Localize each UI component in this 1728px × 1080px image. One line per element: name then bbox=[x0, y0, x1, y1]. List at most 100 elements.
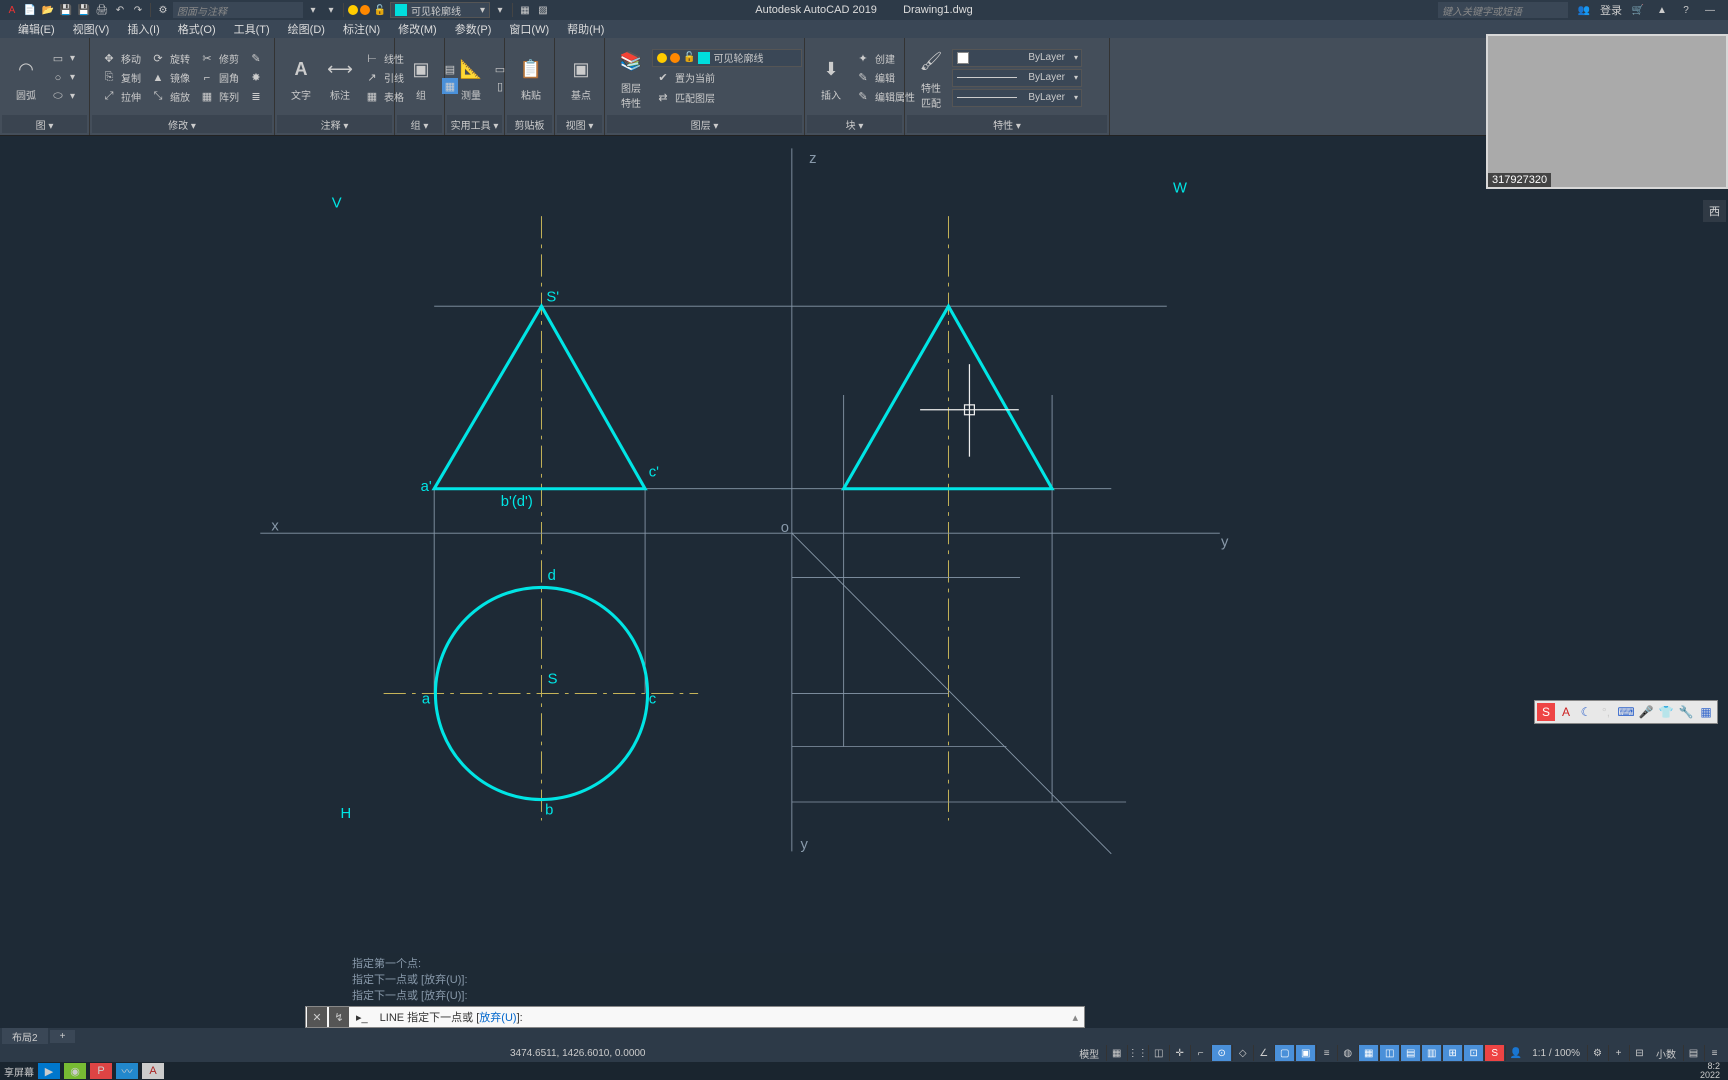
plot-icon[interactable]: 🖨 bbox=[94, 2, 110, 18]
menu-view[interactable]: 视图(V) bbox=[65, 21, 118, 37]
hw-button[interactable]: S bbox=[1484, 1045, 1504, 1061]
fillet-button[interactable]: ⌐圆角 bbox=[196, 69, 242, 87]
rotate-button[interactable]: ⟳旋转 bbox=[147, 50, 193, 68]
a360-icon[interactable]: ▲ bbox=[1654, 2, 1670, 18]
explode-button[interactable]: ✸ bbox=[245, 69, 267, 87]
person-button[interactable]: 👤 bbox=[1505, 1045, 1525, 1061]
base-button[interactable]: ▣基点 bbox=[563, 51, 599, 104]
panel-draw-title[interactable]: 图 ▾ bbox=[2, 115, 87, 133]
ws-button[interactable]: ⊡ bbox=[1463, 1045, 1483, 1061]
scale-display[interactable]: 1:1 / 100% bbox=[1526, 1048, 1586, 1059]
app-menu-icon[interactable]: A bbox=[4, 2, 20, 18]
share-icon[interactable]: ▾ bbox=[305, 2, 321, 18]
undo-icon[interactable]: ↶ bbox=[112, 2, 128, 18]
new-icon[interactable]: 📄 bbox=[22, 2, 38, 18]
minimize-icon[interactable]: — bbox=[1702, 2, 1718, 18]
qat-dropdown-icon[interactable]: ▾ bbox=[323, 2, 339, 18]
arc-button[interactable]: ◠圆弧 bbox=[8, 51, 44, 104]
panel-group-title[interactable]: 组 ▾ bbox=[397, 115, 442, 133]
system-clock[interactable]: 8:22022 bbox=[1700, 1062, 1724, 1080]
menu-format[interactable]: 格式(O) bbox=[170, 21, 224, 37]
redo-icon[interactable]: ↷ bbox=[130, 2, 146, 18]
paste-button[interactable]: 📋粘贴 bbox=[513, 51, 549, 104]
ime-mic-icon[interactable]: 🎤 bbox=[1637, 703, 1655, 721]
menu-dim[interactable]: 标注(N) bbox=[335, 21, 388, 37]
tab-layout2[interactable]: 布局2 bbox=[2, 1028, 48, 1045]
signin-icon[interactable]: 👥 bbox=[1576, 2, 1592, 18]
workspace-icon[interactable]: ⚙ bbox=[155, 2, 171, 18]
linetype-combo[interactable]: ByLayer bbox=[952, 89, 1082, 107]
layer-dropdown[interactable]: 可见轮廓线▾ bbox=[390, 2, 490, 18]
ime-moon-icon[interactable]: ☾ bbox=[1577, 703, 1595, 721]
drawing-canvas[interactable]: V W H z x o y y S' a' c' b'(d') d S a c … bbox=[0, 136, 1728, 1024]
panel-annotate-title[interactable]: 注释 ▾ bbox=[277, 115, 392, 133]
menu-window[interactable]: 窗口(W) bbox=[501, 21, 557, 37]
clean-button[interactable]: ≡ bbox=[1704, 1045, 1724, 1061]
menu-tools[interactable]: 工具(T) bbox=[226, 21, 278, 37]
save-icon[interactable]: 💾 bbox=[58, 2, 74, 18]
task-app1[interactable]: ▶ bbox=[38, 1063, 60, 1079]
ime-grid-icon[interactable]: ▦ bbox=[1697, 703, 1715, 721]
insert-button[interactable]: ⬇插入 bbox=[813, 51, 849, 104]
menu-modify[interactable]: 修改(M) bbox=[390, 21, 445, 37]
exchange-icon[interactable]: 🛒 bbox=[1630, 2, 1646, 18]
menu-param[interactable]: 参数(P) bbox=[447, 21, 500, 37]
menu-insert[interactable]: 插入(I) bbox=[119, 21, 167, 37]
sc-button[interactable]: ◫ bbox=[1379, 1045, 1399, 1061]
ime-kb-icon[interactable]: ⌨ bbox=[1617, 703, 1635, 721]
menu-edit[interactable]: 编辑(E) bbox=[10, 21, 63, 37]
matchprops-button[interactable]: 🖌特性 匹配 bbox=[913, 44, 949, 112]
panel-util-title[interactable]: 实用工具 ▾ bbox=[447, 115, 502, 133]
dyn-button[interactable]: ✛ bbox=[1169, 1045, 1189, 1061]
circle-button[interactable]: ○▾ bbox=[47, 69, 78, 87]
matchlayer-button[interactable]: ⇄匹配图层 bbox=[652, 89, 802, 107]
am-button[interactable]: ▤ bbox=[1400, 1045, 1420, 1061]
3dosnap-button[interactable]: ▣ bbox=[1295, 1045, 1315, 1061]
layers2-icon[interactable]: ▨ bbox=[535, 2, 551, 18]
group-button[interactable]: ▣组 bbox=[403, 51, 439, 104]
setcurrent-button[interactable]: ✔置为当前 bbox=[652, 69, 802, 87]
ime-toolbar[interactable]: S A ☾ °, ⌨ 🎤 👕 🔧 ▦ bbox=[1534, 700, 1718, 724]
offset-button[interactable]: ≣ bbox=[245, 88, 267, 106]
ellipse-button[interactable]: ⬭▾ bbox=[47, 88, 78, 106]
command-line[interactable]: ✕ ↯ ▸_ LINE 指定下一点或 [放弃(U)]: ▴ bbox=[305, 1006, 1085, 1028]
ortho-button[interactable]: ⌐ bbox=[1190, 1045, 1210, 1061]
panel-view-title[interactable]: 视图 ▾ bbox=[557, 115, 602, 133]
open-icon[interactable]: 📂 bbox=[40, 2, 56, 18]
copy-button[interactable]: ⎘复制 bbox=[98, 69, 144, 87]
iso-button[interactable]: ◇ bbox=[1232, 1045, 1252, 1061]
polar-button[interactable]: ⊙ bbox=[1211, 1045, 1231, 1061]
command-input[interactable]: LINE 指定下一点或 [放弃(U)]: bbox=[374, 1009, 1067, 1025]
ime-comma-icon[interactable]: °, bbox=[1597, 703, 1615, 721]
panel-block-title[interactable]: 块 ▾ bbox=[807, 115, 902, 133]
ime-tool-icon[interactable]: 🔧 bbox=[1677, 703, 1695, 721]
erase-button[interactable]: ✎ bbox=[245, 50, 267, 68]
grid-button[interactable]: ▦ bbox=[1106, 1045, 1126, 1061]
ime-a-icon[interactable]: A bbox=[1557, 703, 1575, 721]
panel-layer-title[interactable]: 图层 ▾ bbox=[607, 115, 802, 133]
task-acad[interactable]: A bbox=[142, 1063, 164, 1079]
layer-combo[interactable]: 🔓 可见轮廓线 bbox=[652, 49, 802, 67]
lwt-button[interactable]: ≡ bbox=[1316, 1045, 1336, 1061]
layerprops-button[interactable]: 📚图层 特性 bbox=[613, 44, 649, 112]
snap-button[interactable]: ⋮⋮ bbox=[1127, 1045, 1147, 1061]
scale-button[interactable]: ⤡缩放 bbox=[147, 88, 193, 106]
customize-button[interactable]: ▤ bbox=[1683, 1045, 1703, 1061]
help-icon[interactable]: ? bbox=[1678, 2, 1694, 18]
task-app3[interactable]: 〰 bbox=[116, 1063, 138, 1079]
dim-button[interactable]: ⟷标注 bbox=[322, 51, 358, 104]
layers-icon[interactable]: ▦ bbox=[517, 2, 533, 18]
saveas-icon[interactable]: 💾 bbox=[76, 2, 92, 18]
lineweight-combo[interactable]: ByLayer bbox=[952, 69, 1082, 87]
view-cube-label[interactable]: 西 bbox=[1703, 200, 1726, 222]
qat-more-icon[interactable]: ▾ bbox=[492, 2, 508, 18]
model-button[interactable]: 模型 bbox=[1073, 1046, 1105, 1061]
array-button[interactable]: ▦阵列 bbox=[196, 88, 242, 106]
units-display[interactable]: 小数 bbox=[1650, 1046, 1682, 1061]
ime-skin-icon[interactable]: 👕 bbox=[1657, 703, 1675, 721]
osnap-button[interactable]: ▢ bbox=[1274, 1045, 1294, 1061]
menu-draw[interactable]: 绘图(D) bbox=[280, 21, 333, 37]
color-combo[interactable]: ByLayer bbox=[952, 49, 1082, 67]
panel-props-title[interactable]: 特性 ▾ bbox=[907, 115, 1107, 133]
task-app2[interactable]: ◉ bbox=[64, 1063, 86, 1079]
